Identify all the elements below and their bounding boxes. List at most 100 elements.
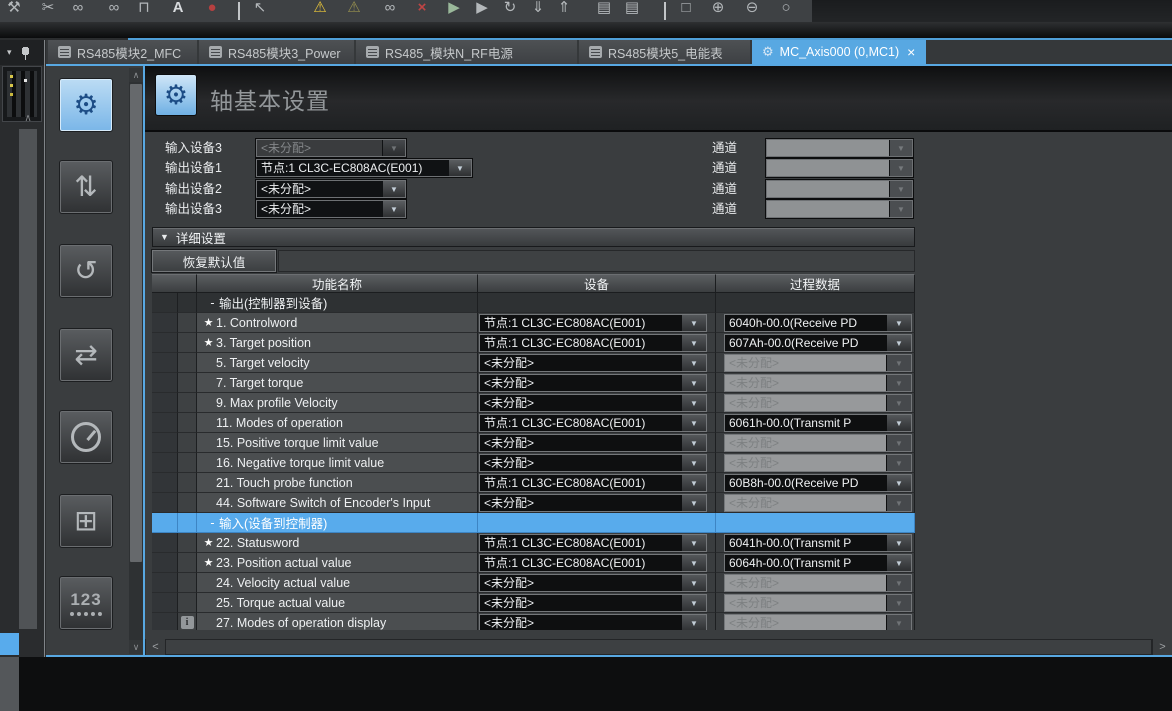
process-data-dropdown[interactable]: <未分配> [724, 434, 912, 452]
output-device3-dropdown[interactable]: <未分配> [256, 200, 406, 218]
close-icon[interactable]: × [907, 44, 915, 60]
font-icon[interactable]: A [166, 0, 190, 22]
process-data-dropdown[interactable]: <未分配> [724, 614, 912, 630]
device-dropdown[interactable]: 节点:1 CL3C-EC808AC(E001) [479, 474, 707, 492]
process-data-dropdown[interactable]: 60B8h-00.0(Receive PD [724, 474, 912, 492]
device-dropdown[interactable]: <未分配> [479, 614, 707, 630]
device-dropdown[interactable]: 节点:1 CL3C-EC808AC(E001) [479, 334, 707, 352]
table-row[interactable]: 24. Velocity actual value <未分配> <未分配> [152, 573, 915, 593]
record-icon[interactable]: ● [200, 0, 224, 22]
scroll-left-icon[interactable]: < [146, 639, 165, 655]
watch-window-icon[interactable]: ∞ [66, 0, 90, 22]
sidebar-item-operation-settings[interactable]: ↺ [59, 244, 113, 298]
horizontal-scrollbar-thumb[interactable] [166, 640, 1151, 654]
table-row[interactable]: ★22. Statusword 节点:1 CL3C-EC808AC(E001) … [152, 533, 915, 553]
warning-off-icon[interactable]: ⚠ [342, 0, 366, 22]
run-icon[interactable]: ▶ [442, 0, 466, 22]
table-row[interactable]: 21. Touch probe function 节点:1 CL3C-EC808… [152, 473, 915, 493]
build-icon[interactable]: ⚒ [2, 0, 26, 22]
device-dropdown[interactable]: 节点:1 CL3C-EC808AC(E001) [479, 534, 707, 552]
table-row[interactable]: ★1. Controlword 节点:1 CL3C-EC808AC(E001) … [152, 313, 915, 333]
refresh-icon[interactable]: ↻ [498, 0, 522, 22]
output-device1-dropdown[interactable]: 节点:1 CL3C-EC808AC(E001) [256, 159, 472, 177]
device-dropdown[interactable]: 节点:1 CL3C-EC808AC(E001) [479, 554, 707, 572]
sidebar-item-position-count[interactable]: 123 [59, 576, 113, 630]
table-group-row[interactable]: -输出(控制器到设备) [152, 293, 915, 313]
warning-icon[interactable]: ⚠ [308, 0, 332, 22]
compare-sync-icon[interactable]: ▤ [620, 0, 644, 22]
side-panel-selection[interactable] [0, 633, 19, 655]
process-data-dropdown[interactable]: <未分配> [724, 394, 912, 412]
chevron-down-icon[interactable]: ▾ [7, 47, 12, 58]
stop-monitor-icon[interactable]: × [410, 0, 434, 22]
cut-icon[interactable]: ✂ [36, 0, 60, 22]
table-row[interactable]: i 27. Modes of operation display <未分配> <… [152, 613, 915, 630]
device-dropdown[interactable]: <未分配> [479, 434, 707, 452]
watch-table-icon[interactable]: ∞ [102, 0, 126, 22]
device-dropdown[interactable]: <未分配> [479, 394, 707, 412]
process-data-dropdown[interactable]: <未分配> [724, 574, 912, 592]
tab-rs485-module2-mfc[interactable]: RS485模块2_MFC [48, 40, 197, 64]
tab-rs485-modulen-rf[interactable]: RS485_模块N_RF电源 [356, 40, 577, 64]
process-data-dropdown[interactable]: 6041h-00.0(Transmit P [724, 534, 912, 552]
device-dropdown[interactable]: <未分配> [479, 374, 707, 392]
table-row[interactable]: 25. Torque actual value <未分配> <未分配> [152, 593, 915, 613]
device-dropdown[interactable]: <未分配> [479, 454, 707, 472]
table-row[interactable]: 11. Modes of operation 节点:1 CL3C-EC808AC… [152, 413, 915, 433]
table-row[interactable]: ★3. Target position 节点:1 CL3C-EC808AC(E0… [152, 333, 915, 353]
panel-splitter[interactable] [44, 40, 45, 657]
input-device3-dropdown[interactable]: <未分配> [256, 139, 406, 157]
compare-icon[interactable]: ▤ [592, 0, 616, 22]
table-row[interactable]: 5. Target velocity <未分配> <未分配> [152, 353, 915, 373]
process-data-dropdown[interactable]: 607Ah-00.0(Receive PD [724, 334, 912, 352]
process-data-dropdown[interactable]: 6061h-00.0(Transmit P [724, 414, 912, 432]
monitor-icon[interactable]: ∞ [378, 0, 402, 22]
device-dropdown[interactable]: <未分配> [479, 494, 707, 512]
tab-rs485-module5-meter[interactable]: RS485模块5_电能表 [579, 40, 750, 64]
process-data-dropdown[interactable]: 6064h-00.0(Transmit P [724, 554, 912, 572]
process-data-dropdown[interactable]: <未分配> [724, 374, 912, 392]
sidebar-item-other-operation[interactable]: ⇄ [59, 328, 113, 382]
table-group-row-selected[interactable]: -输入(设备到控制器) [152, 513, 915, 533]
process-data-dropdown[interactable]: <未分配> [724, 454, 912, 472]
table-row[interactable]: 16. Negative torque limit value <未分配> <未… [152, 453, 915, 473]
device-dropdown[interactable]: 节点:1 CL3C-EC808AC(E001) [479, 414, 707, 432]
channel-dropdown[interactable] [766, 200, 913, 218]
channel-dropdown[interactable] [766, 159, 913, 177]
zoom-in-icon[interactable]: ⊕ [706, 0, 730, 22]
process-data-dropdown[interactable]: 6040h-00.0(Receive PD [724, 314, 912, 332]
channel-dropdown[interactable] [766, 180, 913, 198]
scroll-up-icon[interactable]: ∧ [18, 112, 38, 126]
upload-icon[interactable]: ⇑ [552, 0, 576, 22]
process-data-dropdown[interactable]: <未分配> [724, 354, 912, 372]
sidebar-item-axis-basic-settings[interactable]: ⚙ [59, 78, 113, 132]
device-dropdown[interactable]: <未分配> [479, 354, 707, 372]
download-icon[interactable]: ⇓ [526, 0, 550, 22]
scroll-right-icon[interactable]: > [1153, 639, 1172, 655]
pin-icon[interactable] [21, 46, 30, 60]
scroll-down-icon[interactable] [129, 640, 143, 654]
sidebar-item-limit-settings[interactable] [59, 410, 113, 464]
zoom-out-icon[interactable]: ⊖ [740, 0, 764, 22]
sidebar-item-homing-settings[interactable]: ⊞ [59, 494, 113, 548]
side-panel-scrollbar[interactable] [18, 128, 38, 630]
restore-default-button[interactable]: 恢复默认值 [152, 250, 276, 272]
table-row[interactable]: 9. Max profile Velocity <未分配> <未分配> [152, 393, 915, 413]
pulse-icon[interactable]: ⊓ [132, 0, 156, 22]
sidebar-scrollbar-thumb[interactable] [130, 84, 142, 562]
sidebar-item-unit-conversion[interactable]: ⇅ [59, 160, 113, 214]
process-data-dropdown[interactable]: <未分配> [724, 494, 912, 512]
tab-rs485-module3-power[interactable]: RS485模块3_Power [199, 40, 354, 64]
device-dropdown[interactable]: 节点:1 CL3C-EC808AC(E001) [479, 314, 707, 332]
zoom-reset-icon[interactable]: ○ [774, 0, 798, 22]
detail-settings-expander[interactable]: 详细设置 [152, 227, 915, 247]
table-row[interactable]: 7. Target torque <未分配> <未分配> [152, 373, 915, 393]
scroll-up-icon[interactable] [129, 68, 143, 82]
channel-dropdown[interactable] [766, 139, 913, 157]
zoom-fit-icon[interactable]: □ [674, 0, 698, 22]
device-dropdown[interactable]: <未分配> [479, 574, 707, 592]
step-icon[interactable]: ▶ [470, 0, 494, 22]
process-data-dropdown[interactable]: <未分配> [724, 594, 912, 612]
select-pointer-icon[interactable]: ↖ [248, 0, 272, 22]
table-row[interactable]: 44. Software Switch of Encoder's Input <… [152, 493, 915, 513]
